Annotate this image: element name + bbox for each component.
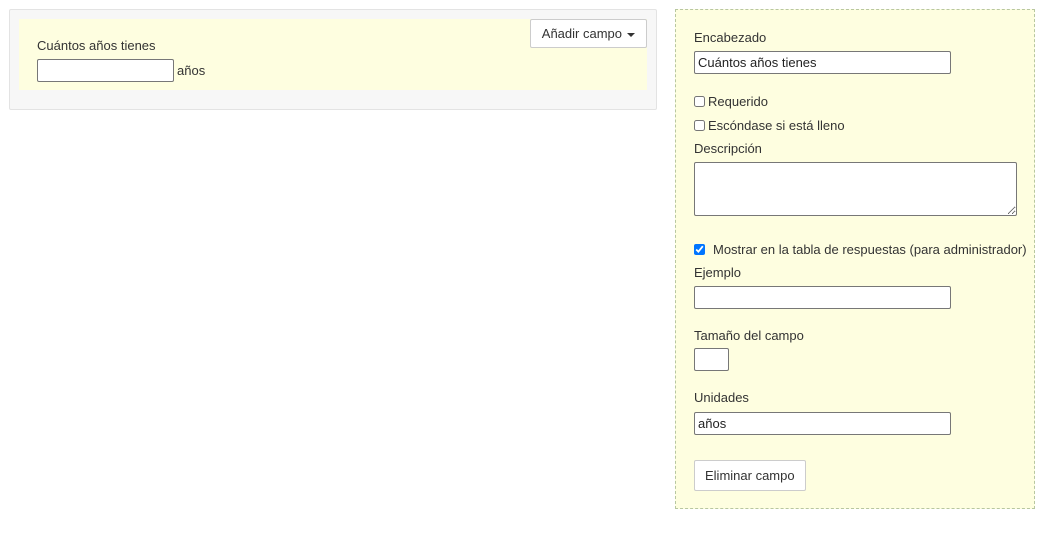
required-option[interactable]: Requerido	[694, 94, 768, 109]
example-input[interactable]	[694, 286, 951, 309]
description-label: Descripción	[694, 141, 762, 156]
hide-if-filled-label: Escóndase si está lleno	[708, 118, 845, 133]
field-editor-panel: Encabezado Requerido Escóndase si está l…	[675, 9, 1035, 509]
preview-age-input[interactable]	[37, 59, 174, 82]
field-preview-selected[interactable]: Cuántos años tienes años Añadir campo	[19, 19, 647, 90]
example-label: Ejemplo	[694, 265, 741, 280]
hide-if-filled-checkbox[interactable]	[694, 120, 705, 131]
field-size-label: Tamaño del campo	[694, 328, 804, 343]
show-in-table-label: Mostrar en la tabla de respuestas (para …	[713, 242, 1027, 257]
field-size-input[interactable]	[694, 348, 729, 371]
show-in-table-checkbox[interactable]	[694, 244, 705, 255]
show-in-table-option[interactable]: Mostrar en la tabla de respuestas (para …	[694, 242, 1027, 257]
preview-units-label: años	[177, 63, 206, 78]
caret-down-icon	[627, 32, 635, 37]
heading-input[interactable]	[694, 51, 951, 74]
required-checkbox[interactable]	[694, 96, 705, 107]
heading-label: Encabezado	[694, 30, 767, 45]
units-label: Unidades	[694, 390, 749, 405]
required-label: Requerido	[708, 94, 768, 109]
hide-if-filled-option[interactable]: Escóndase si está lleno	[694, 118, 845, 133]
add-field-button-label: Añadir campo	[541, 26, 622, 41]
delete-field-button[interactable]: Eliminar campo	[694, 460, 806, 491]
units-input[interactable]	[694, 412, 951, 435]
preview-field-label: Cuántos años tienes	[37, 38, 156, 53]
add-field-button[interactable]: Añadir campo	[529, 19, 647, 48]
description-textarea[interactable]	[694, 162, 1017, 216]
form-preview-panel: Cuántos años tienes años Añadir campo	[9, 9, 657, 110]
